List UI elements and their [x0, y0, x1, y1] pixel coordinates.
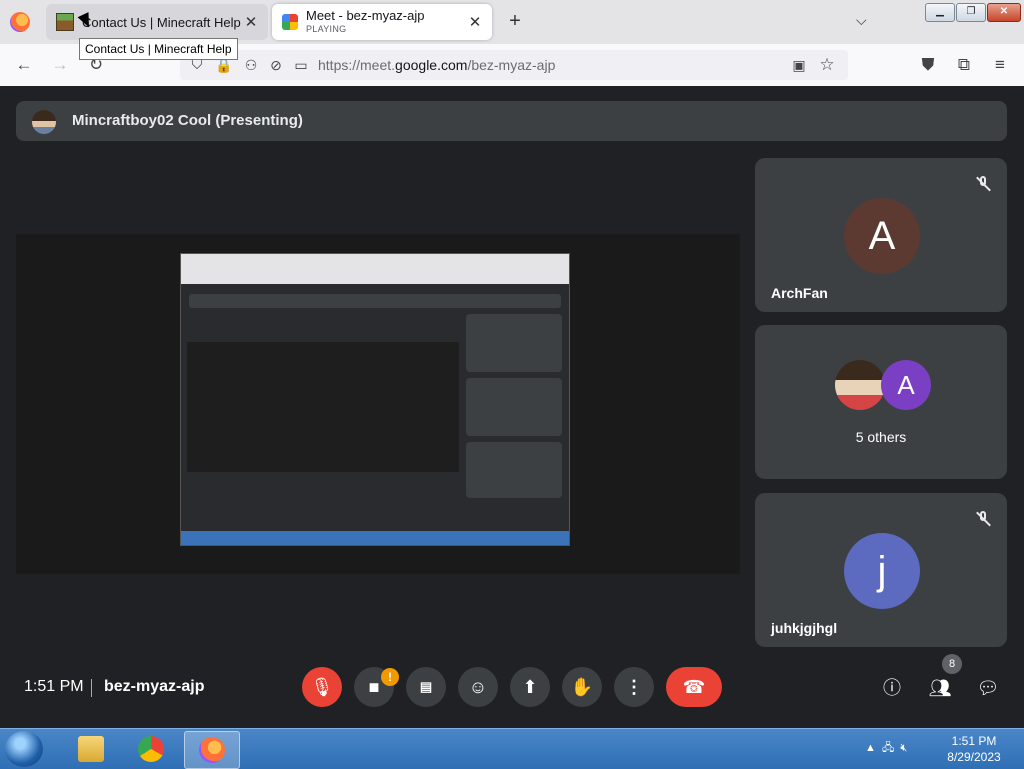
info-icon: ⓘ: [883, 678, 901, 698]
system-tray[interactable]: ▲ 🖧︎ 🔇︎: [865, 739, 907, 758]
google-meet-icon: [282, 14, 298, 30]
mic-off-icon: 🎙︎: [310, 677, 334, 697]
taskbar-explorer[interactable]: [64, 731, 118, 767]
more-options-button[interactable]: ⋮: [614, 667, 654, 707]
explorer-icon: [78, 736, 104, 762]
captions-icon: ▤: [419, 679, 433, 694]
reactions-button[interactable]: ☺: [458, 667, 498, 707]
maximize-window-button[interactable]: ❐: [956, 3, 986, 22]
back-arrow-icon[interactable]: ←: [13, 55, 35, 75]
camera-icon: ■: [368, 677, 380, 697]
taskbar-clock[interactable]: 1:51 PM 8/29/2023: [938, 733, 1010, 765]
menu-hamburger-icon[interactable]: ≡: [989, 55, 1011, 75]
presenter-name: Mincraftboy02 Cool (Presenting): [72, 112, 303, 129]
participant-name: 5 others: [855, 429, 907, 445]
mic-muted-icon: [975, 511, 991, 527]
more-vert-icon: ⋮: [625, 677, 643, 697]
tab-tooltip: Contact Us | Minecraft Help: [79, 38, 238, 60]
screen-share-indicator-icon[interactable]: ▭: [290, 55, 312, 75]
avatar: [835, 360, 885, 410]
shared-screen: [16, 234, 740, 574]
meeting-code: bez-myaz-ajp: [104, 678, 205, 695]
volume-muted-icon[interactable]: 🔇︎: [900, 742, 907, 754]
network-icon[interactable]: 🖧︎: [882, 742, 894, 754]
avatar: A: [881, 360, 931, 410]
close-tab-icon[interactable]: ✕: [466, 13, 484, 31]
chat-icon: 💬︎: [976, 678, 1000, 698]
forward-arrow-icon[interactable]: →: [49, 55, 71, 75]
tab-title: Contact Us | Minecraft Help: [82, 14, 241, 30]
tab-playing-status: PLAYING: [306, 23, 347, 34]
reader-mode-icon[interactable]: ▣: [788, 55, 810, 75]
presenter-bar: Mincraftboy02 Cool (Presenting): [16, 101, 1007, 141]
captions-button[interactable]: ▤: [406, 667, 446, 707]
clock-date: 8/29/2023: [947, 750, 1001, 764]
present-screen-button[interactable]: ⬆: [510, 667, 550, 707]
hand-icon: ✋: [570, 677, 594, 697]
participant-tile-others[interactable]: A 5 others: [755, 325, 1007, 479]
windows-taskbar: ▲ 🖧︎ 🔇︎ 1:51 PM 8/29/2023: [0, 728, 1024, 769]
new-tab-icon[interactable]: +: [505, 10, 525, 33]
url-text[interactable]: https://meet.google.com/bez-myaz-ajp: [318, 57, 555, 73]
close-tab-icon[interactable]: ✕: [242, 13, 260, 31]
people-button[interactable]: 👥︎: [927, 675, 953, 701]
participant-name: juhkjgjhgl: [771, 620, 838, 636]
tray-expand-icon[interactable]: ▲: [865, 742, 876, 754]
mic-muted-icon: [975, 176, 991, 192]
meeting-time: 1:51 PM: [24, 678, 84, 695]
present-icon: ⬆: [522, 677, 538, 697]
chrome-icon: [138, 736, 164, 762]
divider: [91, 679, 92, 697]
minecraft-icon: [56, 13, 74, 31]
tab-title: Meet - bez-myaz-ajp: [306, 8, 425, 23]
windows-start-button[interactable]: [5, 731, 43, 767]
participant-tile[interactable]: j juhkjgjhgl: [755, 493, 1007, 647]
raise-hand-button[interactable]: ✋: [562, 667, 602, 707]
tab-meet[interactable]: Meet - bez-myaz-ajp PLAYING ✕: [272, 4, 492, 40]
avatar: j: [844, 533, 920, 609]
leave-call-button[interactable]: ☎: [666, 667, 722, 707]
extensions-icon[interactable]: ⧉: [953, 55, 975, 75]
participant-name: ArchFan: [771, 285, 828, 301]
recursive-screen-preview: [180, 253, 570, 546]
close-window-button[interactable]: ✕: [987, 3, 1021, 22]
mic-toggle-button[interactable]: 🎙︎: [302, 667, 342, 707]
minimize-window-button[interactable]: ▁: [925, 3, 955, 22]
bookmark-star-icon[interactable]: ☆: [816, 55, 838, 75]
firefox-icon: [199, 737, 225, 763]
chat-button[interactable]: 💬︎: [975, 675, 1001, 701]
address-bar[interactable]: ⛉ 🔒 ⚇ ⊘ ▭ https://meet.google.com/bez-my…: [180, 50, 848, 80]
avatar: A: [844, 198, 920, 274]
meeting-info-button[interactable]: ⓘ: [879, 675, 905, 701]
avatar: [32, 110, 56, 134]
emoji-icon: ☺: [468, 677, 488, 697]
meet-area: Mincraftboy02 Cool (Presenting) A ArchFa…: [0, 86, 1024, 728]
taskbar-chrome[interactable]: [124, 731, 178, 767]
pocket-icon[interactable]: ⛊: [917, 55, 939, 75]
firefox-icon[interactable]: [10, 12, 30, 32]
clock-time: 1:51 PM: [951, 734, 997, 748]
participant-tile[interactable]: A ArchFan: [755, 158, 1007, 312]
camera-warning-badge: !: [381, 668, 399, 686]
permissions-icon[interactable]: ⚇: [240, 55, 262, 75]
mic-blocked-icon[interactable]: ⊘: [265, 55, 287, 75]
tab-list-chevron-icon[interactable]: ⌵: [856, 12, 867, 29]
taskbar-firefox[interactable]: [184, 731, 240, 769]
participant-count-badge: 8: [942, 654, 962, 674]
hang-up-icon: ☎: [682, 677, 706, 697]
people-icon: 👥︎: [928, 678, 952, 698]
